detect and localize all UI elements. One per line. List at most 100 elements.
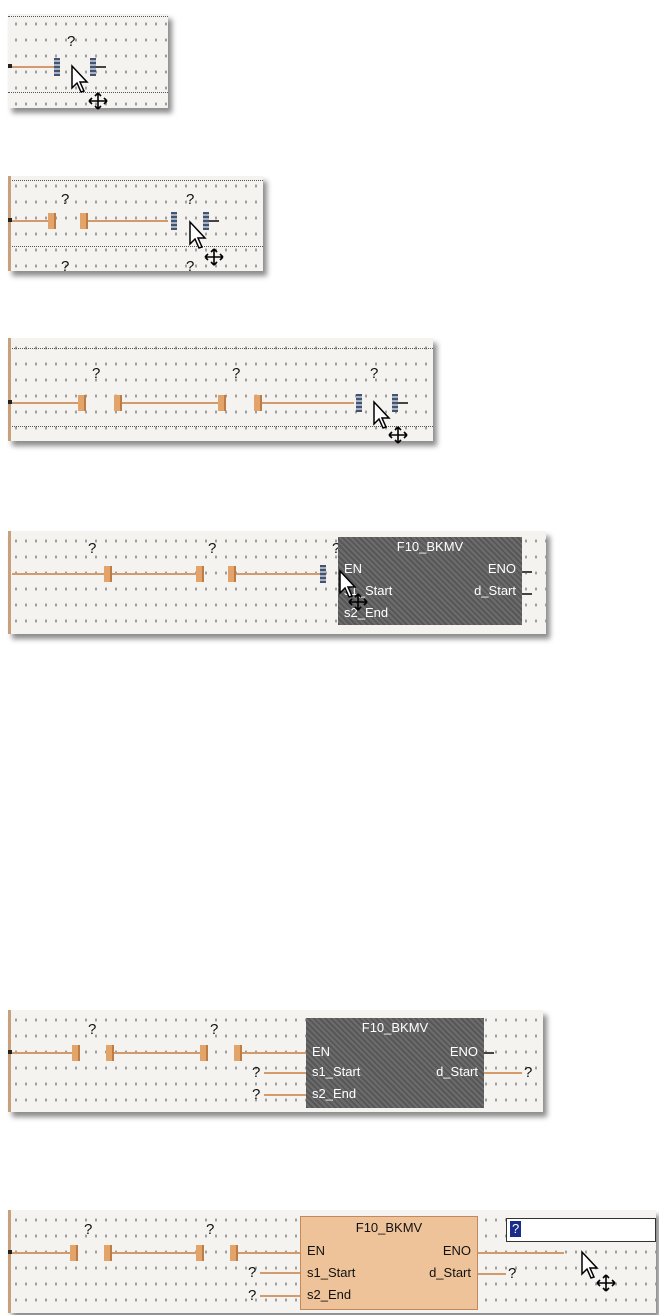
pointer-cursor-icon [71, 64, 89, 93]
pointer-cursor-icon [189, 220, 207, 249]
operand-placeholder[interactable]: ? [186, 259, 194, 274]
selected-contact[interactable] [171, 212, 177, 230]
contact[interactable] [230, 1245, 238, 1261]
wire [88, 220, 168, 222]
operand-placeholder[interactable]: ? [206, 1222, 214, 1237]
pin-stub [522, 593, 532, 595]
wire [238, 1252, 300, 1254]
wire [12, 1252, 70, 1254]
pin-s1-start[interactable]: s1_Start [307, 1265, 355, 1281]
operand-placeholder[interactable]: ? [84, 1222, 92, 1237]
wire [96, 66, 106, 68]
ladder-step-2: ? ? ? ? [8, 176, 263, 274]
operand-placeholder[interactable]: ? [92, 366, 100, 381]
contact[interactable] [196, 566, 204, 582]
function-block-selected[interactable]: F10_BKMV EN ENO s1_Start d_Start s2_End [338, 537, 522, 625]
contact[interactable] [228, 566, 236, 582]
row-separator [8, 16, 168, 17]
move-cross-icon [204, 248, 224, 266]
wire [478, 1252, 564, 1254]
wire [478, 1273, 506, 1275]
pin-stub [522, 571, 532, 573]
pin-d-start[interactable]: d_Start [474, 583, 516, 599]
contact[interactable] [234, 1045, 242, 1061]
function-block-placed[interactable]: F10_BKMV EN ENO s1_Start d_Start s2_End [300, 1216, 478, 1310]
contact[interactable] [70, 1245, 78, 1261]
power-rail [8, 531, 11, 634]
contact[interactable] [104, 1245, 112, 1261]
wire [122, 402, 218, 404]
wire [398, 402, 408, 404]
operand-placeholder[interactable]: ? [524, 1065, 532, 1080]
wire [264, 1072, 306, 1074]
wire [260, 1272, 300, 1274]
move-cross-icon [388, 426, 408, 444]
wire [262, 402, 354, 404]
function-block-selected[interactable]: F10_BKMV EN ENO s1_Start d_Start s2_End [306, 1018, 484, 1108]
operand-placeholder[interactable]: ? [252, 1087, 260, 1102]
pin-s2-end[interactable]: s2_End [312, 1086, 356, 1102]
contact[interactable] [106, 1045, 114, 1061]
pin-stub [484, 1052, 494, 1054]
move-cross-icon [348, 593, 368, 611]
operand-placeholder[interactable]: ? [61, 259, 69, 274]
row-separator [8, 246, 263, 247]
operand-placeholder[interactable]: ? [248, 1288, 256, 1303]
wire [260, 1295, 300, 1297]
wire [264, 1094, 306, 1096]
operand-placeholder[interactable]: ? [232, 366, 240, 381]
operand-edit-field[interactable]: ? [506, 1218, 656, 1242]
wire [242, 1052, 306, 1054]
wire [12, 1052, 72, 1054]
pin-s2-end[interactable]: s2_End [307, 1287, 351, 1303]
pin-en[interactable]: EN [307, 1243, 325, 1259]
power-rail [8, 176, 11, 271]
row-separator [8, 348, 433, 349]
selected-contact[interactable] [356, 394, 362, 412]
pin-eno[interactable]: ENO [450, 1044, 478, 1060]
selected-contact[interactable] [320, 565, 326, 583]
operand-placeholder[interactable]: ? [61, 192, 69, 207]
contact[interactable] [200, 1045, 208, 1061]
pin-eno[interactable]: ENO [488, 561, 516, 577]
wire [484, 1072, 522, 1074]
contact[interactable] [254, 395, 262, 411]
operand-placeholder[interactable]: ? [88, 541, 96, 556]
function-block-title: F10_BKMV [396, 539, 464, 554]
contact[interactable] [80, 213, 88, 229]
pin-d-start[interactable]: d_Start [429, 1265, 471, 1281]
wire [12, 402, 78, 404]
selected-contact[interactable] [54, 58, 60, 76]
contact[interactable] [114, 395, 122, 411]
pin-eno[interactable]: ENO [443, 1243, 471, 1259]
operand-placeholder[interactable]: ? [208, 541, 216, 556]
operand-placeholder[interactable]: ? [508, 1266, 516, 1281]
contact[interactable] [104, 566, 112, 582]
wire [12, 220, 48, 222]
contact[interactable] [48, 213, 56, 229]
row-separator [8, 426, 433, 427]
contact[interactable] [72, 1045, 80, 1061]
operand-placeholder[interactable]: ? [252, 1065, 260, 1080]
operand-placeholder[interactable]: ? [210, 1022, 218, 1037]
operand-placeholder[interactable]: ? [88, 1022, 96, 1037]
move-cross-icon [596, 1274, 616, 1292]
wire [112, 573, 196, 575]
ladder-step-6: ? ? ? ? F10_BKMV EN ENO s1_Start d_Start… [8, 1210, 656, 1313]
selected-text[interactable]: ? [510, 1221, 522, 1237]
function-block-title: F10_BKMV [361, 1020, 429, 1035]
pin-d-start[interactable]: d_Start [436, 1064, 478, 1080]
operand-placeholder[interactable]: ? [67, 34, 75, 49]
wire [112, 1252, 196, 1254]
operand-placeholder[interactable]: ? [370, 366, 378, 381]
wire [114, 1052, 200, 1054]
power-rail [8, 338, 11, 441]
move-cross-icon [88, 92, 108, 110]
pin-s1-start[interactable]: s1_Start [312, 1064, 360, 1080]
pin-en[interactable]: EN [312, 1044, 330, 1060]
operand-placeholder[interactable]: ? [248, 1265, 256, 1280]
operand-placeholder[interactable]: ? [186, 192, 194, 207]
contact[interactable] [218, 395, 226, 411]
contact[interactable] [196, 1245, 204, 1261]
contact[interactable] [78, 395, 86, 411]
